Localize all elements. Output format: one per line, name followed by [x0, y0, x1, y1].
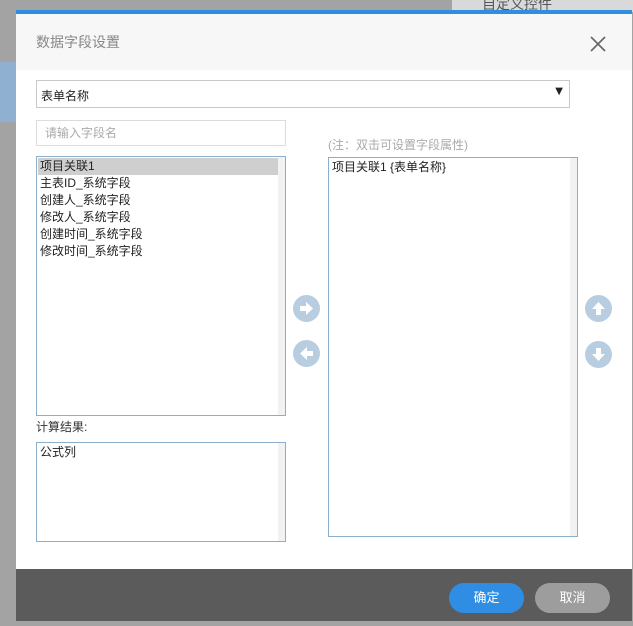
double-click-hint: (注：双击可设置字段属性) — [328, 138, 468, 152]
list-item[interactable]: 创建人_系统字段 — [38, 192, 279, 209]
scrollbar[interactable] — [278, 157, 285, 415]
dialog-title: 数据字段设置 — [36, 34, 120, 50]
dialog-footer: 确定 取消 — [16, 569, 632, 621]
background-sidebar-strip — [0, 62, 16, 122]
list-item[interactable]: 创建时间_系统字段 — [38, 226, 279, 243]
field-search-input[interactable] — [36, 120, 286, 146]
caret-down-icon: ▼ — [555, 86, 563, 97]
list-item[interactable]: 项目关联1 — [38, 158, 279, 175]
dialog-header: 数据字段设置 — [16, 14, 632, 70]
form-select[interactable]: 表单名称 ▼ — [36, 80, 570, 108]
available-fields-list[interactable]: 项目关联1 主表ID_系统字段 创建人_系统字段 修改人_系统字段 创建时间_系… — [36, 156, 286, 416]
selected-fields-list[interactable]: 项目关联1 {表单名称} — [328, 157, 578, 537]
close-icon[interactable] — [588, 34, 608, 54]
scrollbar[interactable] — [570, 158, 577, 536]
calc-result-label: 计算结果: — [36, 420, 88, 434]
arrow-down-circle-icon[interactable] — [585, 341, 612, 368]
calc-result-list[interactable]: 公式列 — [36, 442, 286, 542]
list-item[interactable]: 修改时间_系统字段 — [38, 243, 279, 260]
list-item[interactable]: 主表ID_系统字段 — [38, 175, 279, 192]
list-item[interactable]: 项目关联1 {表单名称} — [330, 159, 571, 176]
list-item[interactable]: 修改人_系统字段 — [38, 209, 279, 226]
list-item[interactable]: 公式列 — [38, 444, 279, 461]
arrow-left-circle-icon[interactable] — [293, 340, 320, 367]
form-select-value: 表单名称 — [41, 89, 90, 103]
cancel-button[interactable]: 取消 — [535, 583, 610, 613]
field-settings-dialog: 数据字段设置 表单名称 ▼ (注：双击可设置字段属性) 项目关联1 主表ID_系… — [16, 10, 632, 621]
arrow-right-circle-icon[interactable] — [293, 295, 320, 322]
arrow-up-circle-icon[interactable] — [585, 295, 612, 322]
confirm-button[interactable]: 确定 — [449, 583, 524, 613]
scrollbar[interactable] — [278, 443, 285, 541]
